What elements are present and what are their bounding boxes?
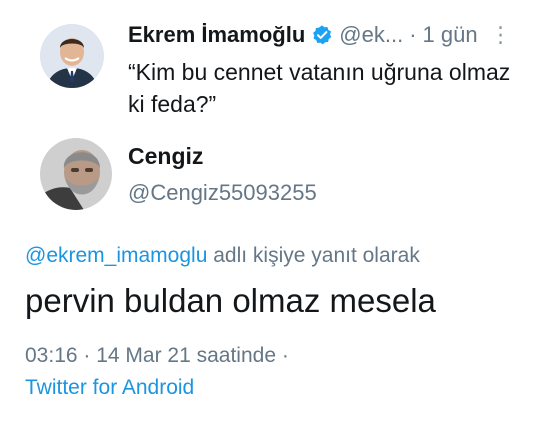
- separator-dot: ·: [409, 22, 417, 47]
- reply-timestamp[interactable]: 03:16 · 14 Mar 21 saatinde ·: [25, 344, 289, 368]
- reply-source-link[interactable]: Twitter for Android: [25, 376, 194, 400]
- more-options-icon[interactable]: ⋮: [490, 22, 512, 48]
- tweet-time[interactable]: 1 gün: [423, 22, 478, 48]
- author-handle[interactable]: @ek...: [339, 22, 403, 48]
- tweet-header: Ekrem İmamoğlu @ek... · 1 gün ⋮: [128, 22, 534, 48]
- replying-to-line: @ekrem_imamoglu adlı kişiye yanıt olarak: [25, 244, 420, 268]
- reply-author-name[interactable]: Cengiz: [128, 143, 203, 170]
- reply-text: pervin buldan olmaz mesela: [25, 282, 436, 319]
- replying-suffix: adlı kişiye yanıt olarak: [207, 244, 420, 267]
- cengiz-avatar[interactable]: [40, 138, 112, 210]
- profile-photo-icon: [40, 138, 112, 210]
- tweet-text: “Kim bu cennet vatanın uğruna olmaz ki f…: [128, 59, 511, 117]
- author-name[interactable]: Ekrem İmamoğlu: [128, 22, 305, 48]
- profile-photo-icon: [40, 24, 104, 88]
- verified-badge-icon: [311, 24, 333, 46]
- reply-author-handle[interactable]: @Cengiz55093255: [128, 180, 317, 206]
- replying-mention-link[interactable]: @ekrem_imamoglu: [25, 244, 207, 267]
- ekrem-avatar[interactable]: [40, 24, 104, 88]
